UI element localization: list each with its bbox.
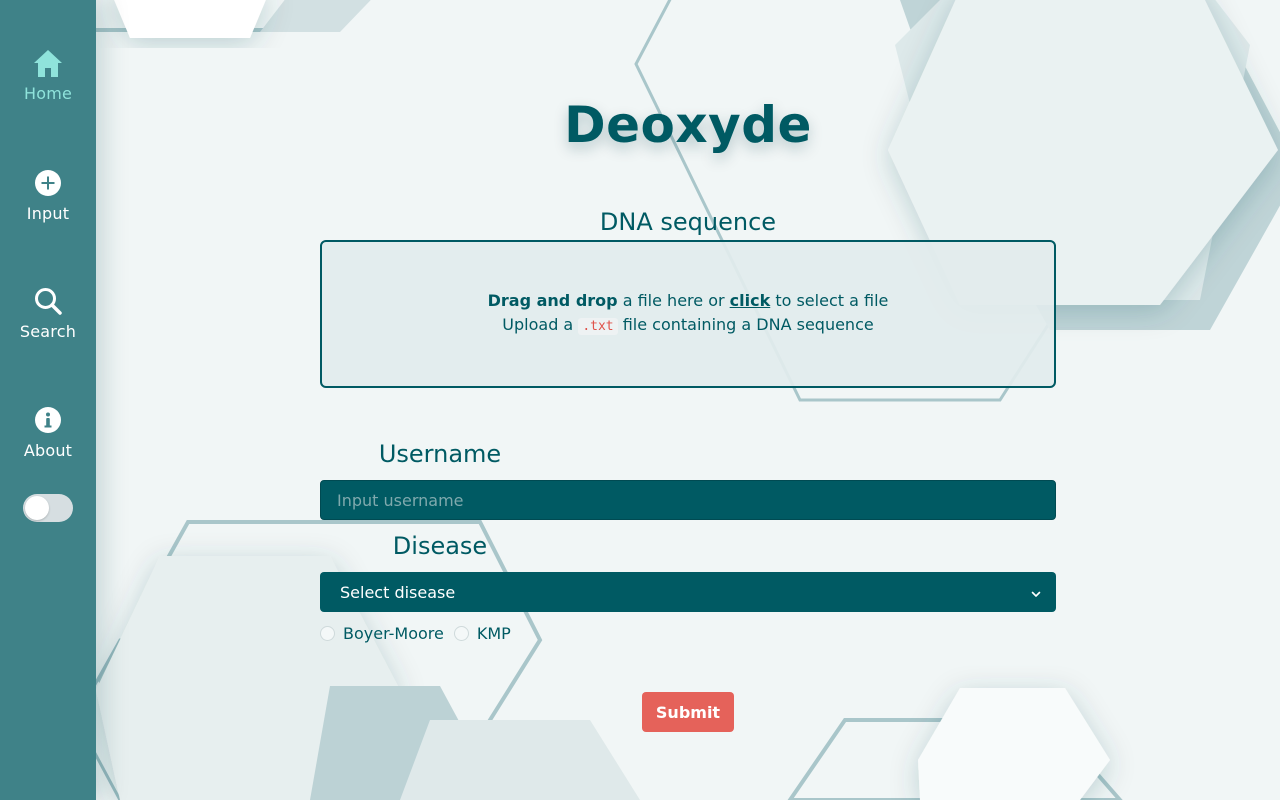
disease-select-value: Select disease [340, 582, 456, 602]
file-dropzone[interactable]: Drag and drop a file here or click to se… [320, 240, 1056, 388]
hint-text: Upload a [502, 315, 579, 334]
sidebar-item-label: Search [19, 322, 77, 341]
info-icon [33, 405, 63, 435]
disease-label: Disease [392, 532, 488, 560]
radio-circle[interactable] [453, 625, 469, 641]
algorithm-radio-group: Boyer-Moore KMP [320, 622, 521, 644]
submit-button[interactable]: Submit [642, 692, 734, 732]
hint-text: file containing a DNA sequence [617, 315, 874, 334]
home-icon [33, 48, 63, 78]
dropzone-text: a file here or [617, 291, 730, 310]
main-content: Deoxyde DNA sequence Drag and drop a fil… [96, 0, 1280, 800]
radio-label: KMP [476, 623, 511, 643]
sidebar-item-label: Home [23, 84, 73, 103]
toggle-knob [25, 496, 49, 520]
sidebar-item-label: About [23, 441, 73, 460]
sidebar-item-input[interactable]: Input [0, 168, 96, 223]
dropzone-text: to select a file [770, 291, 889, 310]
file-extension: .txt [578, 318, 618, 335]
sidebar-item-home[interactable]: Home [0, 48, 96, 103]
sidebar: Home Input Search About [0, 0, 96, 800]
dropzone-instructions: Drag and drop a file here or click to se… [488, 289, 889, 313]
search-icon [33, 286, 63, 316]
username-input[interactable] [320, 480, 1056, 520]
plus-circle-icon [33, 168, 63, 198]
drag-drop-text: Drag and drop [487, 291, 618, 310]
radio-label: Boyer-Moore [343, 623, 444, 643]
chevron-down-icon [1030, 585, 1042, 604]
click-to-select-link[interactable]: click [730, 291, 771, 310]
radio-boyer-moore[interactable]: Boyer-Moore [320, 624, 444, 643]
disease-select[interactable]: Select disease [320, 572, 1056, 612]
dropzone-hint: Upload a .txt file containing a DNA sequ… [502, 313, 874, 339]
username-label: Username [378, 440, 502, 468]
page-title: Deoxyde [564, 96, 812, 154]
radio-kmp[interactable]: KMP [453, 623, 511, 643]
sidebar-item-about[interactable]: About [0, 405, 96, 460]
theme-toggle[interactable] [23, 494, 73, 522]
radio-circle[interactable] [320, 625, 335, 641]
sidebar-item-label: Input [26, 204, 70, 223]
dna-sequence-label: DNA sequence [599, 208, 777, 236]
sidebar-item-search[interactable]: Search [0, 286, 96, 341]
